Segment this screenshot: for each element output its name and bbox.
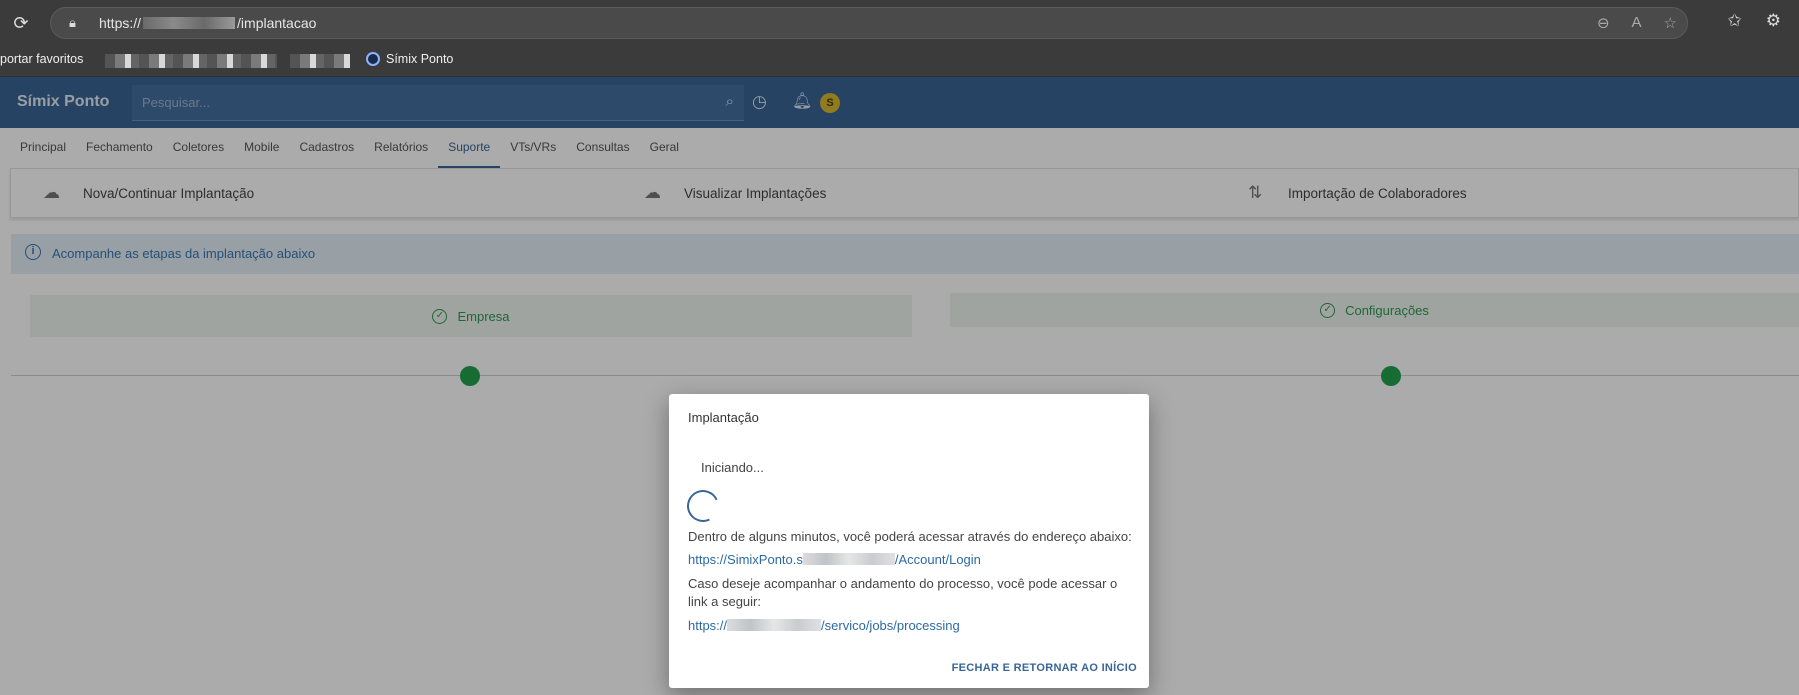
import-favorites-link[interactable]: portar favoritos xyxy=(0,52,83,66)
bookmark-favicon-icon xyxy=(366,52,380,66)
lock-icon[interactable]: 🔒︎ xyxy=(69,15,85,31)
browser-toolbar: ⟳ 🔒︎ https:///implantacao ⊖ A ☆ ✩ ⚙ xyxy=(0,0,1799,46)
url-text[interactable]: https:///implantacao xyxy=(99,15,316,31)
redacted-bookmarks xyxy=(105,54,277,68)
dialog-status: Iniciando... xyxy=(701,460,764,475)
dialog-message-2: Caso deseje acompanhar o andamento do pr… xyxy=(688,576,1118,609)
bookmark-simix-ponto[interactable]: Símix Ponto xyxy=(366,52,453,66)
implantation-dialog: Implantação Iniciando... Dentro de algun… xyxy=(669,394,1149,688)
dialog-title: Implantação xyxy=(688,410,759,425)
jobs-processing-link[interactable]: https:///servico/jobs/processing xyxy=(688,618,960,633)
redacted-domain xyxy=(727,619,822,631)
favorites-bar: portar favoritos Símix Ponto xyxy=(0,46,1799,77)
extensions-icon[interactable]: ⚙ xyxy=(1766,11,1781,31)
dialog-message-1: Dentro de alguns minutos, você poderá ac… xyxy=(688,529,1132,544)
zoom-out-icon[interactable]: ⊖ xyxy=(1597,14,1610,32)
favorites-icon[interactable]: ✩ xyxy=(1728,11,1742,31)
address-bar[interactable]: 🔒︎ https:///implantacao ⊖ A ☆ xyxy=(50,7,1688,39)
close-return-button[interactable]: FECHAR E RETORNAR AO INÍCIO xyxy=(952,662,1137,674)
redacted-domain xyxy=(802,553,895,565)
reload-icon[interactable]: ⟳ xyxy=(10,12,32,34)
redacted-host xyxy=(143,17,236,29)
redacted-bookmark xyxy=(290,54,350,68)
star-icon[interactable]: ☆ xyxy=(1664,14,1677,32)
login-link[interactable]: https://SimixPonto.s/Account/Login xyxy=(688,552,981,567)
read-aloud-icon[interactable]: A xyxy=(1632,14,1642,32)
loading-spinner-icon xyxy=(682,485,724,527)
